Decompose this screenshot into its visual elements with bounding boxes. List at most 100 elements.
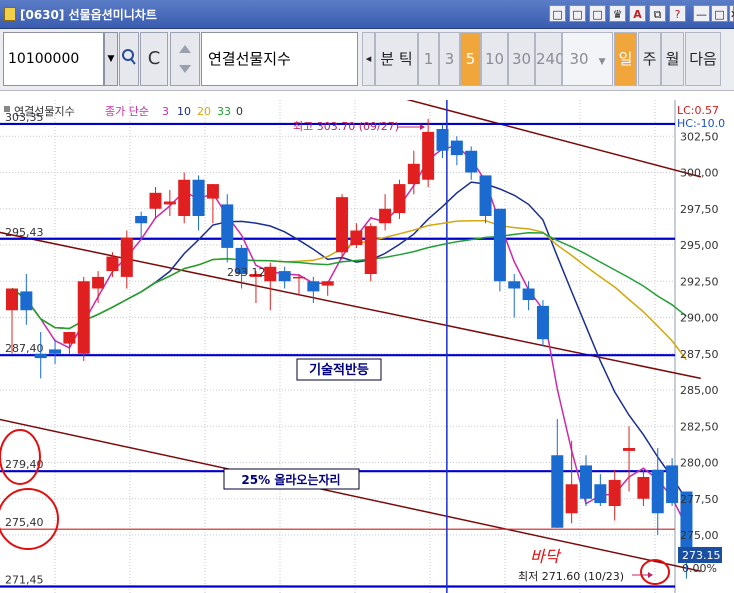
candle-body-35	[508, 281, 521, 289]
y-tick-label: 275,00	[680, 529, 719, 542]
y-tick-label: 295,00	[680, 239, 719, 252]
help-icon[interactable]: ?	[669, 5, 686, 22]
low-label: 최저 271.60 (10/23)	[518, 570, 624, 583]
chart-background	[0, 100, 734, 593]
y-tick-label: 280,00	[680, 457, 719, 470]
y-tick-label: 282,50	[680, 420, 719, 433]
candle-body-10	[149, 192, 162, 209]
period-1-button[interactable]: 1	[418, 32, 439, 86]
candle-body-33	[479, 175, 492, 216]
candle-body-46	[666, 465, 679, 504]
week-button[interactable]: 주	[638, 32, 661, 86]
handwritten-text: 바닥	[530, 547, 562, 566]
tick-minute-button[interactable]: 분 틱	[375, 32, 418, 86]
candle-body-42	[608, 479, 621, 506]
spin-updown-icon[interactable]	[170, 32, 200, 86]
layout2-icon[interactable]: □	[569, 5, 586, 22]
code-input[interactable]: 10100000	[3, 32, 104, 86]
candle-body-11	[163, 201, 176, 205]
candle-body-6	[92, 276, 105, 289]
toolbar: 10100000 ▼ C 연결선물지수 ◂ 분 틱 1 3 5 10 30 24…	[0, 29, 734, 91]
candle-body-1	[20, 291, 33, 311]
app-icon	[4, 7, 16, 21]
candle-body-32	[465, 150, 478, 173]
legend-ma-0: 0	[236, 105, 243, 118]
title-bar: [0630] 선물옵션미니차트 □ □ □ ♛ A ⧉ ? — □ ✕	[0, 0, 734, 29]
bookmark-icon[interactable]: ♛	[609, 5, 626, 22]
instrument-name-field[interactable]: 연결선물지수	[201, 32, 358, 86]
candle-body-19	[278, 271, 291, 282]
candle-body-36	[522, 288, 535, 301]
prev-arrow-button[interactable]: ◂	[362, 32, 375, 86]
candle-body-44	[637, 477, 650, 499]
day-button[interactable]: 일	[614, 32, 637, 86]
level-label-4: 275,40	[5, 516, 44, 529]
period-240-button[interactable]: 240	[535, 32, 565, 86]
y-tick-label: 285,00	[680, 384, 719, 397]
y-tick-label: 297,50	[680, 203, 719, 216]
candle-body-27	[393, 184, 406, 214]
candle-body-28	[407, 163, 420, 185]
window-title: [0630] 선물옵션미니차트	[20, 8, 157, 22]
copy-icon[interactable]: ⧉	[649, 5, 666, 22]
mid-label: 293.12	[227, 266, 266, 279]
annotation-25pct-text: 25% 올라오는자리	[241, 472, 340, 487]
candle-body-29	[422, 131, 435, 180]
current-price-pct: 0.00%	[682, 562, 717, 575]
candle-body-15	[221, 204, 234, 248]
candle-body-0	[6, 288, 18, 311]
level-label-2: 287,40	[5, 342, 44, 355]
legend-ma-label: 종가 단순	[105, 105, 149, 118]
legend-ma-10: 10	[177, 105, 191, 118]
period-10-button[interactable]: 10	[481, 32, 508, 86]
count-dropdown-icon: ▼	[598, 57, 606, 67]
search-icon[interactable]	[119, 32, 139, 86]
y-tick-label: 302,50	[680, 130, 719, 143]
candle-body-21	[307, 281, 320, 292]
candle-body-18	[264, 266, 277, 282]
current-price-value: 273.15	[682, 549, 721, 562]
next-button[interactable]: 다음	[685, 32, 721, 86]
y-tick-label: 292,50	[680, 275, 719, 288]
candle-body-39	[565, 484, 578, 514]
maximize-icon[interactable]: □	[711, 5, 728, 22]
minimize-icon[interactable]: —	[693, 5, 710, 22]
count-select[interactable]: 30 ▼	[562, 32, 613, 86]
candle-body-7	[106, 256, 119, 272]
y-tick-label: 287,50	[680, 348, 719, 361]
layout3-icon[interactable]: □	[589, 5, 606, 22]
candle-body-22	[321, 281, 334, 286]
candle-body-9	[135, 216, 148, 224]
legend-swatch-icon	[4, 106, 10, 112]
month-button[interactable]: 월	[661, 32, 684, 86]
legend-ma-20: 20	[197, 105, 211, 118]
candle-body-38	[551, 455, 564, 528]
y-tick-label: 300,00	[680, 167, 719, 180]
candle-body-34	[493, 208, 506, 282]
y-tick-label: 290,00	[680, 312, 719, 325]
font-icon[interactable]: A	[629, 5, 646, 22]
chart-legend: 연결선물지수 종가 단순 3 10 20 33 0	[4, 105, 243, 118]
level-label-5: 271,45	[5, 573, 44, 586]
candle-body-43	[623, 448, 636, 451]
period-30-button[interactable]: 30	[508, 32, 535, 86]
price-chart[interactable]: 303,35295,43287,40279,40275,40271,45 302…	[0, 100, 734, 593]
chart-type-icon[interactable]: C	[140, 32, 168, 86]
candle-body-26	[379, 208, 392, 224]
close-icon[interactable]: ✕	[729, 5, 734, 22]
annotation-rebound-text: 기술적반등	[309, 362, 369, 378]
candle-body-3	[49, 349, 62, 354]
candle-body-37	[536, 305, 549, 340]
candle-body-41	[594, 484, 607, 504]
period-5-button[interactable]: 5	[460, 32, 481, 86]
candle-body-14	[206, 184, 219, 199]
period-3-button[interactable]: 3	[439, 32, 460, 86]
layout1-icon[interactable]: □	[549, 5, 566, 22]
legend-series-name: 연결선물지수	[14, 105, 75, 118]
candle-body-25	[364, 226, 377, 274]
code-dropdown-icon[interactable]: ▼	[104, 32, 118, 86]
candle-body-8	[120, 237, 133, 277]
candle-body-13	[192, 179, 205, 216]
candle-body-30	[436, 129, 449, 151]
level-label-1: 295,43	[5, 226, 44, 239]
